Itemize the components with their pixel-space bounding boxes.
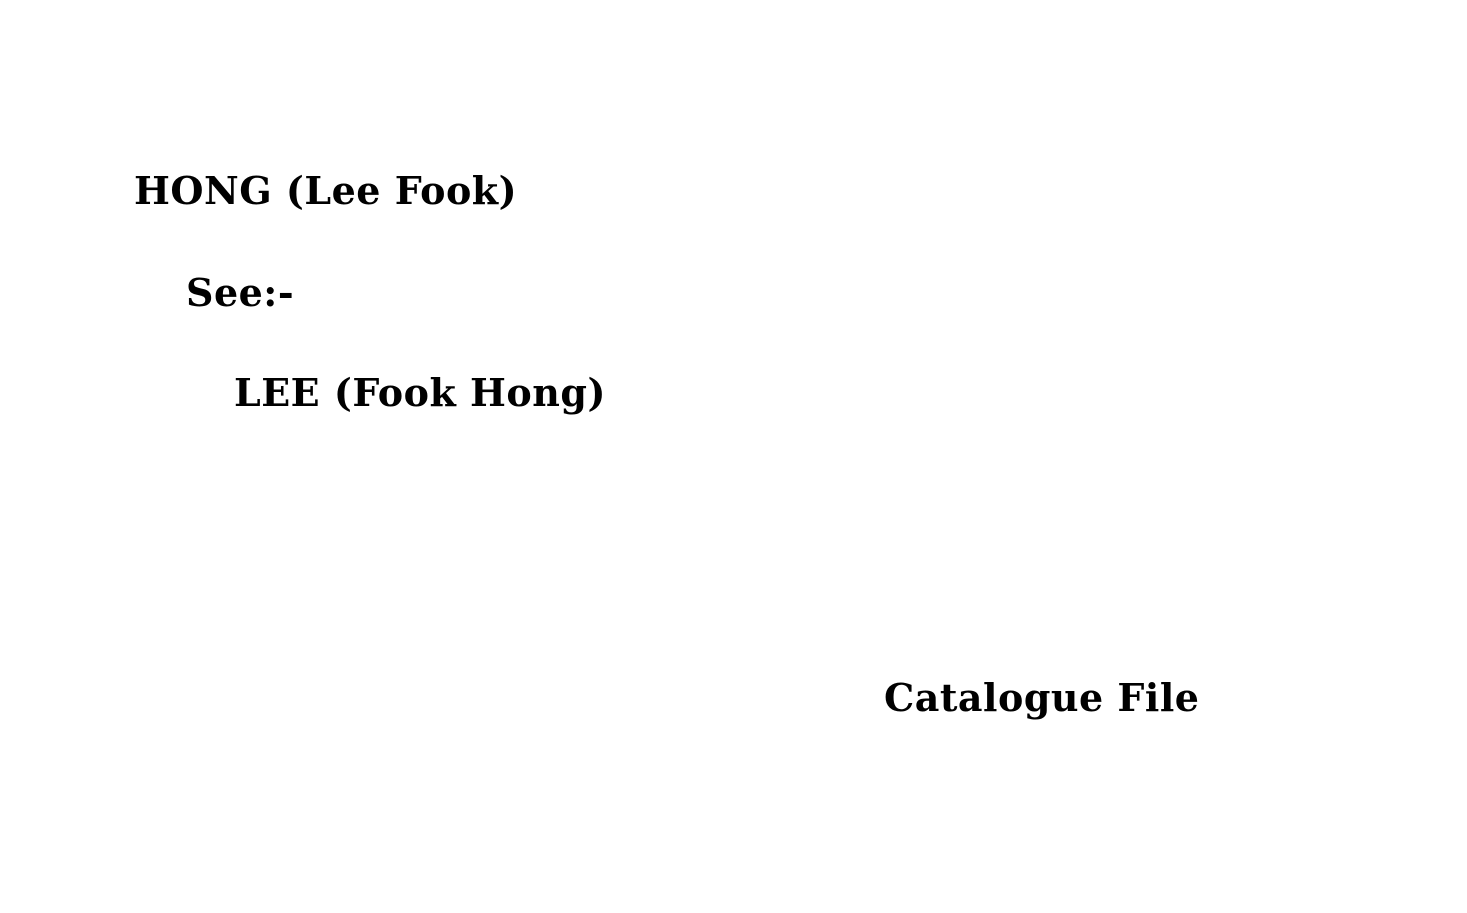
- catalogue-card: HONG (Lee Fook) See:- LEE (Fook Hong) Ca…: [0, 0, 1467, 913]
- see-label: See:-: [186, 270, 295, 315]
- catalogue-file-label: Catalogue File: [884, 675, 1200, 720]
- cross-reference: LEE (Fook Hong): [234, 370, 606, 415]
- card-heading: HONG (Lee Fook): [134, 168, 518, 213]
